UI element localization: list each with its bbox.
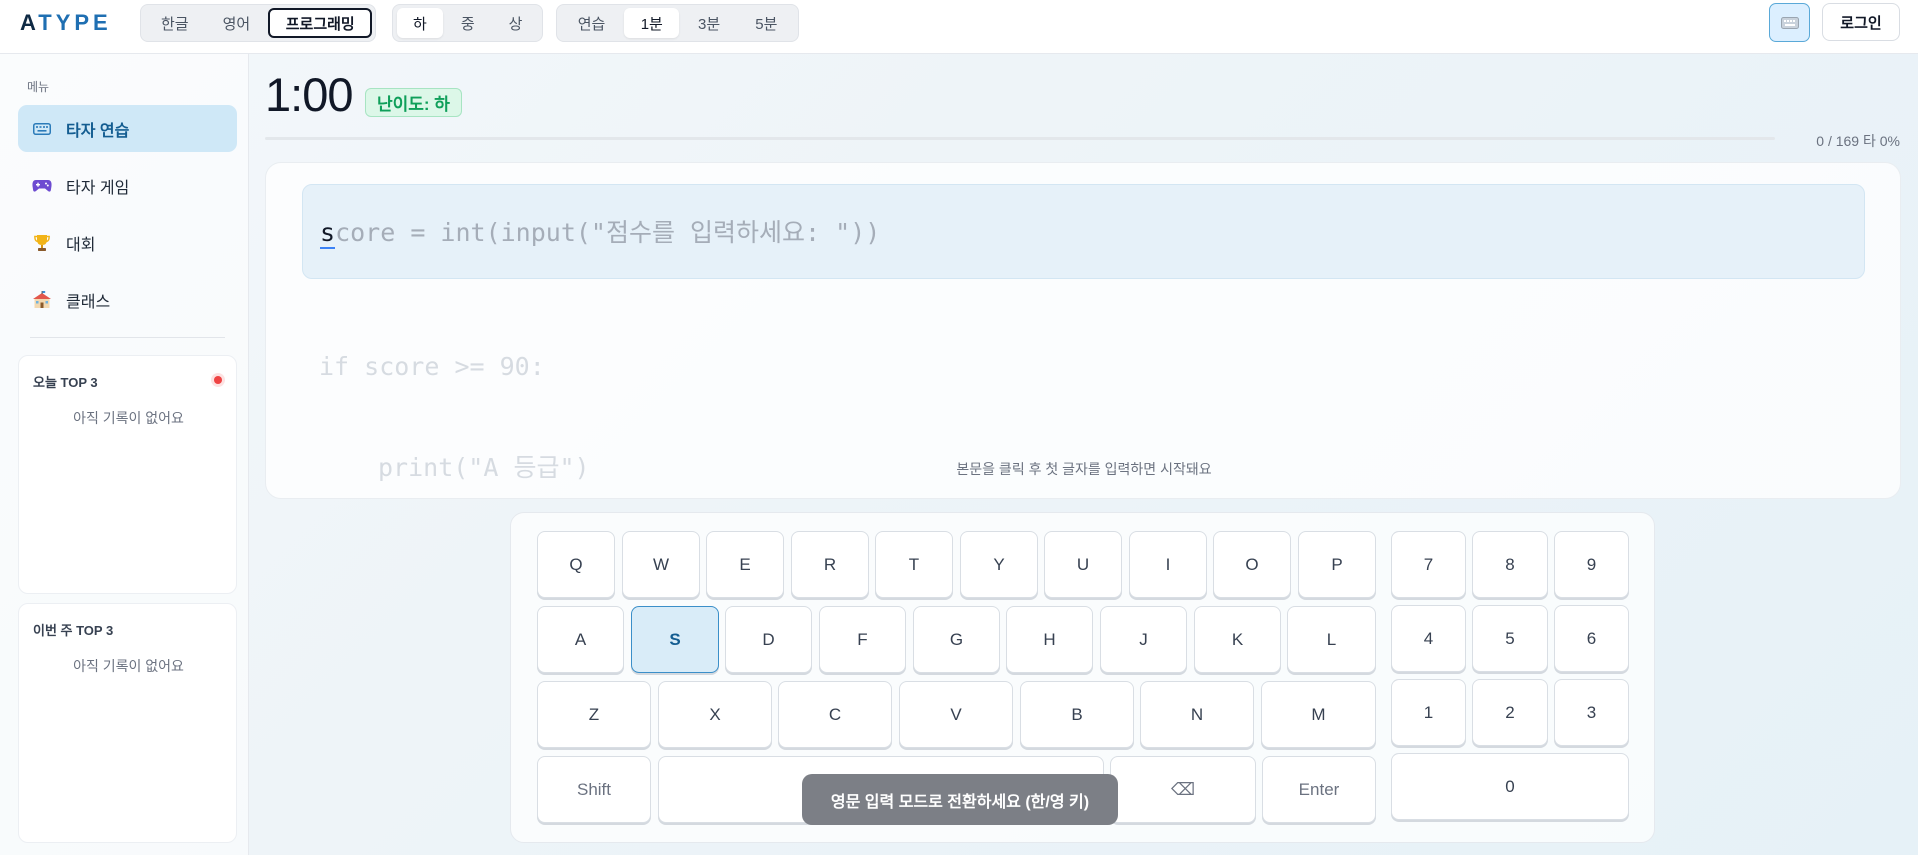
key-8[interactable]: 8 — [1472, 531, 1548, 598]
key-v[interactable]: V — [899, 681, 1013, 748]
key-0[interactable]: 0 — [1391, 753, 1629, 820]
key-backspace[interactable]: ⌫ — [1110, 756, 1256, 823]
key-2[interactable]: 2 — [1472, 679, 1548, 746]
key-r[interactable]: R — [791, 531, 869, 598]
typing-text-area[interactable]: score = int(input("점수를 입력하세요: ")) if sco… — [265, 162, 1901, 499]
key-q[interactable]: Q — [537, 531, 615, 598]
keyboard-icon — [1780, 16, 1799, 29]
key-i[interactable]: I — [1129, 531, 1207, 598]
school-icon — [32, 290, 52, 310]
tab-difficulty-high[interactable]: 상 — [493, 8, 539, 38]
key-7[interactable]: 7 — [1391, 531, 1466, 598]
duration-tabs: 연습 1분 3분 5분 — [556, 4, 799, 42]
login-button[interactable]: 로그인 — [1822, 3, 1900, 41]
key-l[interactable]: L — [1287, 606, 1376, 673]
key-w[interactable]: W — [622, 531, 700, 598]
key-z[interactable]: Z — [537, 681, 651, 748]
difficulty-tabs: 하 중 상 — [392, 4, 543, 42]
key-y[interactable]: Y — [960, 531, 1038, 598]
key-e[interactable]: E — [706, 531, 784, 598]
tab-1min[interactable]: 1분 — [624, 8, 680, 38]
key-s[interactable]: S — [631, 606, 719, 673]
tab-korean[interactable]: 한글 — [145, 8, 205, 38]
countdown-timer: 1:00 — [265, 68, 353, 121]
tab-5min[interactable]: 5분 — [739, 8, 794, 38]
tab-3min[interactable]: 3분 — [681, 8, 736, 38]
key-g[interactable]: G — [913, 606, 1000, 673]
upcoming-line-1: if score >= 90: — [319, 352, 545, 381]
progress-bar — [265, 137, 1775, 140]
key-m[interactable]: M — [1261, 681, 1376, 748]
key-p[interactable]: P — [1298, 531, 1376, 598]
key-d[interactable]: D — [725, 606, 812, 673]
tab-practice[interactable]: 연습 — [561, 8, 622, 38]
today-top3-panel: 오늘 TOP 3 아직 기록이 없어요 — [18, 355, 237, 594]
key-shift[interactable]: Shift — [537, 756, 651, 823]
today-top3-title: 오늘 TOP 3 — [33, 375, 98, 390]
current-line-text: score = int(input("점수를 입력하세요: ")) — [320, 213, 880, 249]
key-o[interactable]: O — [1213, 531, 1291, 598]
sidebar-item-label: 대회 — [66, 236, 96, 254]
sidebar-item-label: 타자 연습 — [66, 122, 130, 140]
week-top3-panel: 이번 주 TOP 3 아직 기록이 없어요 — [18, 603, 237, 843]
trophy-icon — [32, 233, 52, 253]
key-b[interactable]: B — [1020, 681, 1134, 748]
sidebar-divider — [30, 337, 225, 338]
keyboard-icon — [32, 119, 52, 139]
key-3[interactable]: 3 — [1554, 679, 1629, 746]
current-char: s — [320, 218, 336, 249]
key-u[interactable]: U — [1044, 531, 1122, 598]
key-5[interactable]: 5 — [1472, 605, 1548, 672]
key-k[interactable]: K — [1194, 606, 1281, 673]
key-4[interactable]: 4 — [1391, 605, 1466, 672]
remaining-line-text: core = int(input("점수를 입력하세요: ")) — [335, 218, 881, 247]
menu-heading: 메뉴 — [27, 80, 50, 94]
key-j[interactable]: J — [1100, 606, 1187, 673]
sidebar-item-typing-practice[interactable]: 타자 연습 — [18, 105, 237, 152]
key-n[interactable]: N — [1140, 681, 1254, 748]
start-hint: 본문을 클릭 후 첫 글자를 입력하면 시작돼요 — [956, 461, 1212, 477]
key-f[interactable]: F — [819, 606, 906, 673]
sidebar-item-class[interactable]: 클래스 — [18, 276, 237, 323]
tab-difficulty-mid[interactable]: 중 — [445, 8, 491, 38]
tab-difficulty-low[interactable]: 하 — [397, 8, 443, 38]
key-c[interactable]: C — [778, 681, 892, 748]
top-bar: ATYPE 한글 영어 프로그래밍 하 중 상 연습 1분 3분 5분 로그인 — [0, 0, 1918, 54]
tab-english[interactable]: 영어 — [207, 8, 267, 38]
week-top3-empty-text: 아직 기록이 없어요 — [73, 658, 184, 674]
key-t[interactable]: T — [875, 531, 953, 598]
key-x[interactable]: X — [658, 681, 772, 748]
live-indicator-icon — [214, 376, 222, 384]
keyboard-toggle-button[interactable] — [1769, 3, 1810, 42]
key-6[interactable]: 6 — [1554, 605, 1629, 672]
sidebar: 메뉴 타자 연습 타자 게임 대회 클래스 오늘 TOP 3 아직 기록이 없어… — [0, 54, 249, 855]
today-top3-empty-text: 아직 기록이 없어요 — [73, 410, 184, 426]
language-tabs: 한글 영어 프로그래밍 — [140, 4, 376, 42]
key-a[interactable]: A — [537, 606, 624, 673]
current-line-box[interactable]: score = int(input("점수를 입력하세요: ")) — [302, 184, 1865, 279]
ime-mode-toast: 영문 입력 모드로 전환하세요 (한/영 키) — [802, 774, 1118, 825]
app-logo[interactable]: ATYPE — [20, 10, 112, 36]
typing-stats: 0 / 169 타 0% — [1816, 133, 1900, 149]
week-top3-title: 이번 주 TOP 3 — [33, 623, 114, 638]
sidebar-item-label: 타자 게임 — [66, 179, 130, 197]
sidebar-item-contest[interactable]: 대회 — [18, 219, 237, 266]
key-9[interactable]: 9 — [1554, 531, 1629, 598]
sidebar-item-label: 클래스 — [66, 293, 111, 311]
key-1[interactable]: 1 — [1391, 679, 1466, 746]
sidebar-item-typing-game[interactable]: 타자 게임 — [18, 162, 237, 209]
tab-programming[interactable]: 프로그래밍 — [268, 8, 373, 38]
gamepad-icon — [32, 176, 52, 196]
difficulty-badge: 난이도: 하 — [365, 88, 462, 117]
key-h[interactable]: H — [1006, 606, 1093, 673]
key-enter[interactable]: Enter — [1262, 756, 1376, 823]
